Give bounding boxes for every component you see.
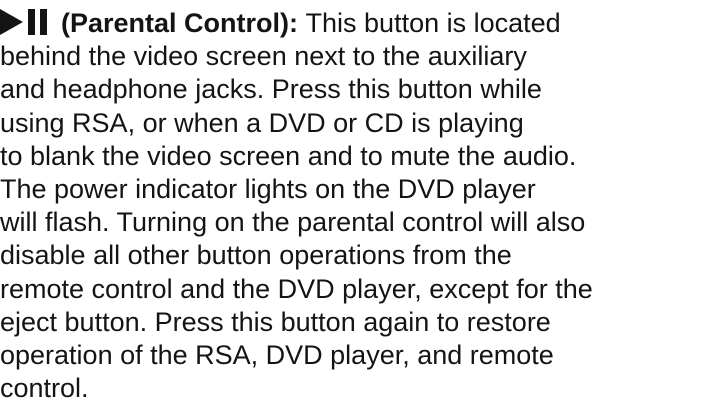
term-label: (Parental Control):	[61, 8, 299, 38]
body-text-line: will flash. Turning on the parental cont…	[0, 207, 586, 238]
body-text-line: and headphone jacks. Press this button w…	[0, 74, 542, 105]
body-text-line: operation of the RSA, DVD player, and re…	[0, 339, 554, 370]
body-text-line: The power indicator lights on the DVD pl…	[0, 173, 536, 204]
body-text-line: disable all other button operations from…	[0, 240, 512, 271]
heading-line: (Parental Control): This button is locat…	[0, 7, 704, 40]
body-text-line: behind the video screen next to the auxi…	[0, 41, 527, 72]
body-text-line: control.	[0, 373, 89, 404]
body-text-line: using RSA, or when a DVD or CD is playin…	[0, 107, 524, 138]
body-text-line: This button is located	[305, 8, 561, 38]
document-page: (Parental Control): This button is locat…	[0, 0, 704, 408]
play-pause-icon	[0, 9, 54, 35]
body-text-line: remote control and the DVD player, excep…	[0, 273, 593, 304]
body-text-line: to blank the video screen and to mute th…	[0, 140, 577, 171]
body-text-line: eject button. Press this button again to…	[0, 306, 551, 337]
